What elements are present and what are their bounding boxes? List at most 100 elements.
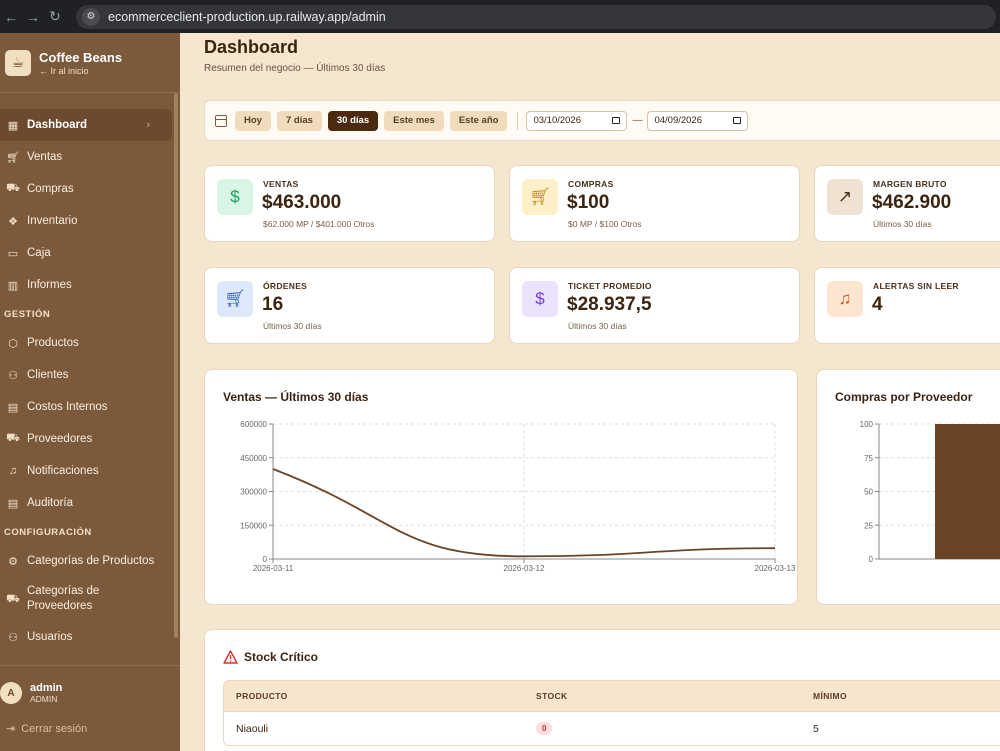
sidebar-item-inventario[interactable]: ❖ Inventario [0,205,180,237]
stat-note: $0 MP / $100 Otros [568,219,642,229]
clipboard-icon: ▤ [7,497,19,510]
sidebar-item-usuarios[interactable]: ⚇ Usuarios [0,621,180,653]
stat-card-compras: 🛒︎ COMPRAS $100 $0 MP / $100 Otros [509,165,800,242]
sidebar-item-label: Auditoría [27,497,74,509]
calendar-icon[interactable] [612,117,621,124]
brand[interactable]: ☕ Coffee Beans ← Ir al inicio [0,33,180,93]
sidebar-item-informes[interactable]: ▥ Informes [0,269,180,301]
y-tick-label: 25 [864,521,873,530]
range-30-dias-button[interactable]: 30 días [327,110,379,131]
sidebar-item-costos-internos[interactable]: ▤ Costos Internos [0,391,180,423]
compras-proveedor-chart-card: Compras por Proveedor 0 25 50 75 100 [816,369,1000,605]
table-row[interactable]: Niaouli 0 5 [224,711,1000,745]
sidebar-item-auditoria[interactable]: ▤ Auditoría [0,487,180,519]
stat-value: $100 [567,192,610,213]
site-settings-icon[interactable]: ⚙ [82,7,100,26]
y-tick-label: 100 [860,420,874,429]
y-tick-label: 75 [864,454,873,463]
sidebar-nav: ▦ Dashboard › 🛒︎ Ventas ⛟ Compras ❖ Inve… [0,93,180,653]
column-header-minimo: MÍNIMO [813,691,848,701]
ventas-line-chart: 0 150000 300000 450000 600000 2026-03-11 2026-… [240,420,796,573]
boxes-icon: ❖ [8,215,18,228]
calendar-icon [215,114,227,127]
stock-critico-heading: Stock Crítico [223,650,318,664]
sidebar-item-caja[interactable]: ▭ Caja [0,237,180,269]
warning-icon [223,650,238,664]
date-to-value: 04/09/2026 [654,115,702,126]
sidebar-item-label: Dashboard [27,119,88,131]
brand-name: Coffee Beans [39,49,123,65]
sidebar-item-compras[interactable]: ⛟ Compras [0,173,180,205]
stat-card-ticket-promedio: $ TICKET PROMEDIO $28.937,5 Últimos 30 d… [509,267,800,344]
stat-label: MARGEN BRUTO [873,179,947,189]
section-title-configuracion: CONFIGURACIÓN [4,526,92,538]
page-subtitle: Resumen del negocio — Últimos 30 días [204,63,386,74]
sidebar-item-notificaciones[interactable]: ♫ Notificaciones [0,455,180,487]
logout-button[interactable]: ⇥ Cerrar sesión [0,722,180,736]
x-tick-label: 2026-03-12 [504,564,545,573]
range-este-anio-button[interactable]: Este año [449,110,508,131]
section-title-gestion: GESTIÓN [4,308,51,320]
date-range-separator: — [632,115,643,126]
range-hoy-button[interactable]: Hoy [235,110,271,131]
coffee-cup-icon: ☕ [5,49,31,76]
logout-label: Cerrar sesión [21,722,88,735]
compras-bar-chart: 0 25 50 75 100 [860,420,1000,564]
ventas-chart-card: Ventas — Últimos 30 días 0 150000 300000 45… [204,369,798,605]
sidebar-scrollbar[interactable] [174,93,178,638]
clipboard-icon: ▤ [7,401,19,414]
sidebar-item-productos[interactable]: ⬡ Productos [0,327,180,359]
reload-icon[interactable]: ↻ [44,8,66,25]
sidebar-item-dashboard[interactable]: ▦ Dashboard › [0,109,172,141]
home-link[interactable]: ← Ir al inicio [39,66,122,76]
bell-icon: ♫ [8,465,18,477]
user-profile[interactable]: A admin ADMIN [0,678,180,708]
logout-icon: ⇥ [6,723,16,735]
range-este-mes-button[interactable]: Este mes [384,110,444,131]
cart-icon: 🛒︎ [522,179,558,215]
sidebar-item-categorias-productos[interactable]: ⚙ Categorías de Productos [0,545,180,577]
bar [935,424,1000,559]
stat-card-alertas: ♫ ALERTAS SIN LEER 4 [814,267,1000,344]
cell-minimo: 5 [813,722,819,735]
package-icon: ⬡ [8,337,18,350]
sidebar-item-clientes[interactable]: ⚇ Clientes [0,359,180,391]
stat-value: $28.937,5 [567,294,652,315]
ventas-series-line [272,468,776,558]
page-title: Dashboard [204,37,299,57]
address-bar[interactable]: ⚙ ecommerceclient-production.up.railway.… [76,4,996,29]
sidebar-footer: A admin ADMIN ⇥ Cerrar sesión [0,665,180,735]
column-header-producto: PRODUCTO [236,691,288,701]
stat-note: $62.000 MP / $401.000 Otros [263,219,375,229]
cell-producto: Niaouli [236,722,269,735]
date-to-input[interactable]: 04/09/2026 [647,110,749,131]
stat-value: $463.000 [262,192,342,213]
date-filter-bar: Hoy 7 días 30 días Este mes Este año 03/… [204,100,1000,141]
back-icon[interactable]: ← [0,9,22,25]
y-tick-label: 50 [864,488,873,497]
sidebar-item-proveedores[interactable]: ⛟ Proveedores [0,423,180,455]
grid-icon: ▦ [7,119,19,132]
sidebar-item-ventas[interactable]: 🛒︎ Ventas [0,141,180,173]
calendar-icon[interactable] [733,117,742,124]
date-from-input[interactable]: 03/10/2026 [526,110,628,131]
main-content: Dashboard Resumen del negocio — Últimos … [180,33,1000,751]
sidebar-item-label: Caja [27,247,51,259]
stat-note: Últimos 30 días [568,321,627,331]
sidebar-item-label: Ventas [27,151,63,163]
sidebar-item-label: Proveedores [27,433,93,445]
cart-icon: 🛒︎ [217,281,253,317]
sidebar-item-label: Inventario [27,215,78,227]
range-7-dias-button[interactable]: 7 días [276,110,322,131]
sidebar-item-label: Compras [27,183,74,195]
sidebar-item-label: Informes [27,279,72,291]
divider [517,111,519,130]
x-tick-label: 2026-03-13 [755,564,796,573]
stock-table: PRODUCTO STOCK MÍNIMO Niaouli 0 5 [223,680,1000,746]
sidebar-item-categorias-proveedores[interactable]: ⛟ Categorías de Proveedores [0,577,180,621]
forward-icon[interactable]: → [22,9,44,25]
stock-critico-card: Stock Crítico PRODUCTO STOCK MÍNIMO Niao… [204,629,1000,751]
truck-icon: ⛟ [6,432,20,444]
chevron-right-icon: › [146,119,150,131]
sidebar-item-label: Costos Internos [27,401,108,413]
